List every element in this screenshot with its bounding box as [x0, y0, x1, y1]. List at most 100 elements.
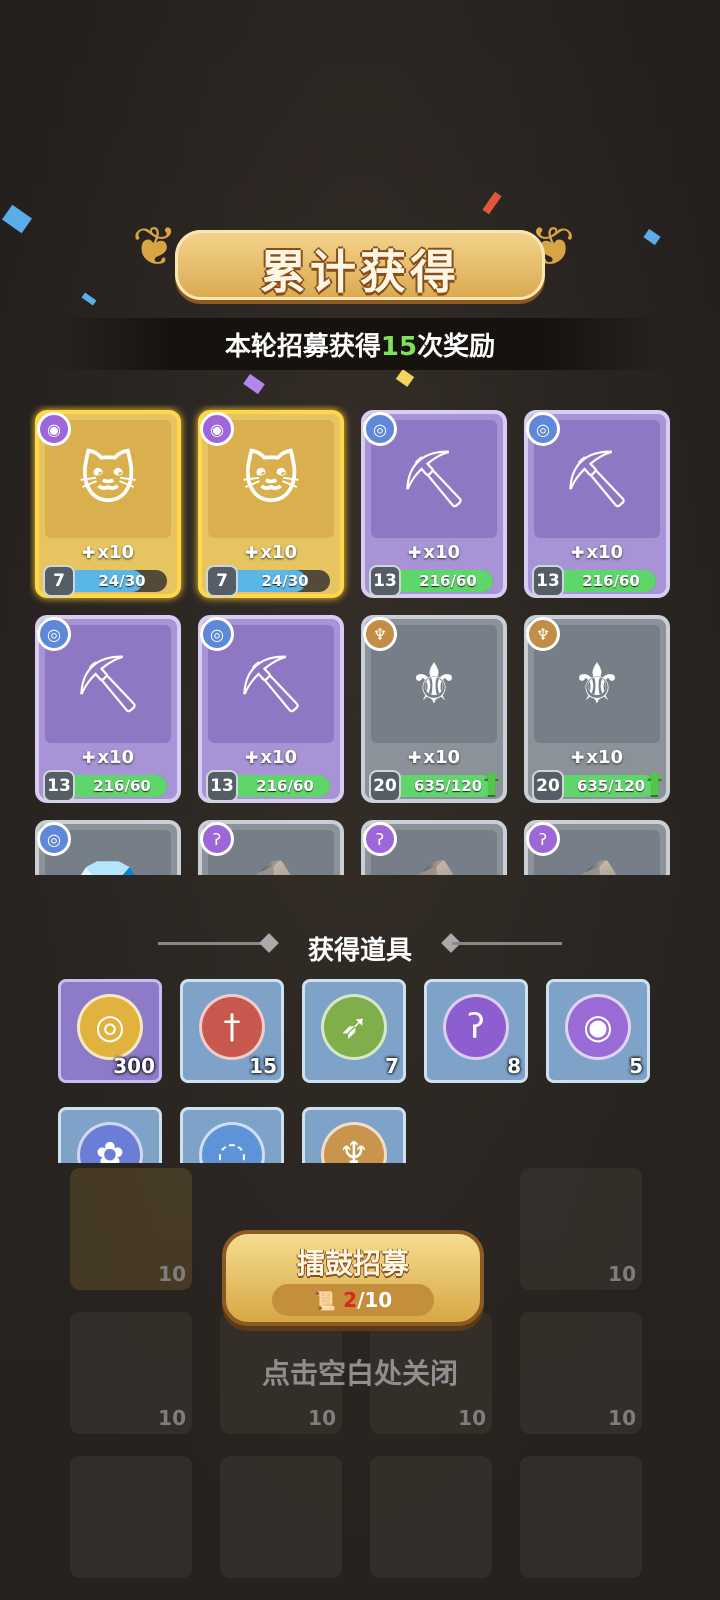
paw-emblem-icon: ✿ [77, 1122, 143, 1163]
bg-card [370, 1456, 492, 1578]
puzzle-shard-icon: ✚ [81, 748, 96, 767]
reward-item[interactable]: ◎ 300 [58, 979, 162, 1083]
reward-item[interactable]: ʔ 8 [424, 979, 528, 1083]
puzzle-shard-icon: ✚ [244, 748, 259, 767]
hero-card[interactable]: ◉ 🐱 ✚ x10 7 24/30 [198, 410, 344, 598]
level-badge: 7 [206, 565, 238, 597]
items-grid[interactable]: ◎ 300 † 15 ➶ 7 ʔ 8 ◉ 5 ✿ ◌ ♆ [50, 975, 670, 1163]
hero-portrait: ⚜ [571, 651, 623, 717]
swirl-icon: ◎ [37, 822, 71, 856]
divider-line [158, 942, 268, 945]
shard-progress-text: 216/60 [419, 572, 477, 590]
level-badge: 13 [43, 770, 75, 802]
scroll-ticket-icon: 📜 [313, 1291, 337, 1312]
hero-card[interactable]: ʔ 🪨 ✚ [198, 820, 344, 875]
hero-card[interactable]: ◎ 💎 ✚ [35, 820, 181, 875]
bg-card: 10 [520, 1168, 642, 1290]
puzzle-shard-icon: ✚ [81, 543, 96, 562]
level-badge: 13 [532, 565, 564, 597]
divider-line [452, 942, 562, 945]
reward-item[interactable]: ◉ 5 [546, 979, 650, 1083]
reward-item[interactable]: ➶ 7 [302, 979, 406, 1083]
puzzle-shard-icon: ✚ [570, 748, 585, 767]
shard-quantity: ✚ x10 [81, 542, 135, 563]
hero-card-grid[interactable]: ◉ 🐱 ✚ x10 7 24/30 ◉ 🐱 ✚ x10 7 24/30 ◎ ⛏ ✚ x… [30, 405, 690, 875]
hero-portrait: 💎 [69, 850, 147, 875]
shard-quantity: ✚ x10 [407, 542, 461, 563]
hero-card[interactable]: ◉ 🐱 ✚ x10 7 24/30 [35, 410, 181, 598]
sword-emblem-icon: † [199, 994, 265, 1060]
hero-card[interactable]: ♆ ⚜ ✚ x10 20 635/120 ⬆ [361, 615, 507, 803]
reward-item[interactable]: ♆ [302, 1107, 406, 1163]
recruit-ticket-count: 📜 2/10 [272, 1284, 434, 1316]
eye-emblem-icon: ◉ [565, 994, 631, 1060]
hero-portrait: 🪨 [232, 850, 310, 875]
shard-quantity: ✚ x10 [244, 747, 298, 768]
bg-card [220, 1456, 342, 1578]
bg-card [70, 1456, 192, 1578]
hero-portrait: ⛏ [561, 447, 633, 512]
shard-progress-text: 216/60 [256, 777, 314, 795]
upgrade-arrow-icon: ⬆ [641, 765, 668, 803]
hero-card[interactable]: ʔ 🪨 ✚ [524, 820, 670, 875]
wing-icon: ♆ [363, 617, 397, 651]
level-progress-bar: 13 216/60 [369, 565, 493, 597]
hero-portrait: ⛏ [398, 447, 470, 512]
shard-quantity: ✚ x10 [81, 747, 135, 768]
shard-progress-text: 24/30 [261, 572, 309, 590]
eye-icon: ◉ [200, 412, 234, 446]
hero-portrait: 🐱 [78, 446, 138, 512]
swirl-icon: ◎ [37, 617, 71, 651]
drum-recruit-label: 擂鼓招募 [296, 1247, 409, 1280]
wing-emblem-icon: ♆ [321, 1122, 387, 1163]
reward-count: 15 [380, 332, 418, 362]
drum-recruit-button[interactable]: 擂鼓招募 📜 2/10 [222, 1230, 484, 1326]
level-badge: 13 [206, 770, 238, 802]
bg-card [520, 1456, 642, 1578]
bg-card: 10 [70, 1168, 192, 1290]
upgrade-arrow-icon: ⬆ [478, 765, 505, 803]
close-hint[interactable]: 点击空白处关闭 [0, 1352, 720, 1392]
level-badge: 20 [532, 770, 564, 802]
level-badge: 13 [369, 565, 401, 597]
hero-card[interactable]: ◎ ⛏ ✚ x10 13 216/60 [524, 410, 670, 598]
swirl-icon: ◎ [200, 617, 234, 651]
hero-card[interactable]: ◎ ⛏ ✚ x10 13 216/60 [198, 615, 344, 803]
hero-card[interactable]: ♆ ⚜ ✚ x10 20 635/120 ⬆ [524, 615, 670, 803]
hero-portrait: 🪨 [558, 850, 636, 875]
hero-card[interactable]: ◎ ⛏ ✚ x10 13 216/60 [35, 615, 181, 803]
reward-summary-bar: 本轮招募获得15次奖励 [50, 318, 670, 370]
items-section-title: 获得道具 [307, 936, 412, 966]
reward-item[interactable]: † 15 [180, 979, 284, 1083]
hook-icon: ʔ [363, 822, 397, 856]
puzzle-shard-icon: ✚ [570, 543, 585, 562]
item-count: 300 [113, 1054, 155, 1078]
bow-emblem-icon: ➶ [321, 994, 387, 1060]
puzzle-shard-icon: ✚ [244, 543, 259, 562]
item-count: 15 [249, 1054, 277, 1078]
hero-card[interactable]: ʔ 🪨 ✚ [361, 820, 507, 875]
reward-item[interactable]: ◌ [180, 1107, 284, 1163]
hook-emblem-icon: ʔ [443, 994, 509, 1060]
level-progress-bar: 7 24/30 [43, 565, 167, 597]
page-title: 累计获得 [260, 245, 460, 299]
puzzle-shard-icon: ✚ [407, 748, 422, 767]
gold-coin-icon: ◎ [77, 994, 143, 1060]
puzzle-shard-icon: ✚ [407, 543, 422, 562]
level-progress-bar: 13 216/60 [532, 565, 656, 597]
hero-card[interactable]: ◎ ⛏ ✚ x10 13 216/60 [361, 410, 507, 598]
laurel-left-icon: ❦ [132, 215, 178, 278]
hook-icon: ʔ [526, 822, 560, 856]
item-count: 8 [507, 1054, 521, 1078]
shard-quantity: ✚ x10 [244, 542, 298, 563]
items-section-divider: 获得道具 [0, 930, 720, 967]
swirl-icon: ◎ [526, 412, 560, 446]
swirl-emblem-icon: ◌ [199, 1122, 265, 1163]
eye-icon: ◉ [37, 412, 71, 446]
hook-icon: ʔ [200, 822, 234, 856]
reward-item[interactable]: ✿ [58, 1107, 162, 1163]
level-progress-bar: 20 635/120 [369, 770, 493, 802]
shard-progress-text: 216/60 [582, 572, 640, 590]
reward-summary-text: 本轮招募获得15次奖励 [224, 332, 496, 362]
hero-portrait: ⚜ [408, 651, 460, 717]
